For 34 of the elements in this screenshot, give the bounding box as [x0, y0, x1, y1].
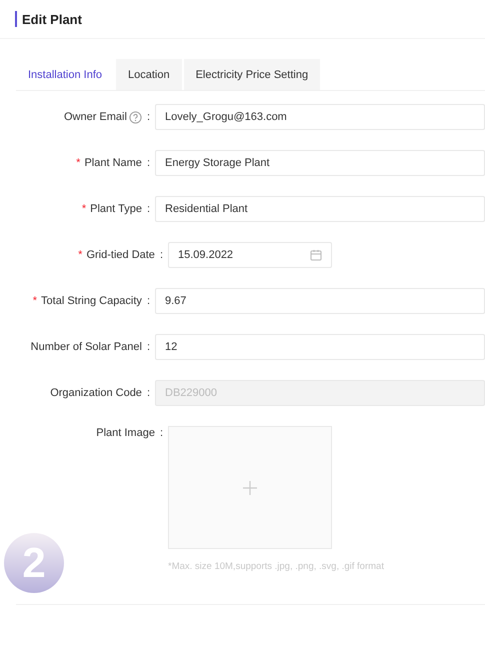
field-label: Organization Code — [50, 387, 142, 399]
field-label: Number of Solar Panel — [30, 341, 142, 353]
field-label: Plant Type — [90, 203, 142, 215]
calendar-icon — [310, 249, 322, 261]
required-mark: * — [32, 295, 38, 307]
field-label: Plant Image — [96, 427, 155, 439]
tab[interactable]: Electricity Price Setting — [184, 59, 320, 90]
label-colon: : — [146, 157, 150, 169]
input-field[interactable]: Residential Plant — [155, 196, 485, 222]
field-label: Owner Email — [64, 111, 127, 123]
field-label: Total String Capacity — [41, 295, 142, 307]
label-colon: : — [160, 427, 163, 439]
input-field[interactable]: 9.67 — [155, 288, 485, 314]
required-mark: * — [82, 203, 86, 215]
label-colon: : — [146, 111, 150, 123]
input-field[interactable]: Energy Storage Plant — [155, 150, 485, 176]
field-label: Grid-tied Date — [86, 249, 155, 261]
input-field[interactable]: Lovely_Grogu@163.com — [155, 104, 485, 130]
required-mark: * — [78, 249, 82, 261]
input-field[interactable]: 12 — [155, 334, 485, 360]
tab[interactable]: Location — [116, 59, 182, 90]
label-colon: : — [146, 203, 150, 215]
date-field[interactable]: 15.09.2022 — [168, 242, 332, 268]
field-label: Plant Name — [84, 157, 142, 169]
label-colon: : — [146, 295, 150, 307]
label-colon: : — [146, 341, 150, 353]
help-icon[interactable] — [128, 110, 142, 124]
plus-icon — [242, 480, 258, 496]
label-colon: : — [160, 249, 163, 261]
label-colon: : — [146, 387, 150, 399]
step-badge: 2 — [4, 533, 64, 593]
title-accent-bar — [15, 11, 17, 27]
required-mark: * — [76, 157, 80, 169]
page-title: Edit Plant — [22, 12, 82, 26]
